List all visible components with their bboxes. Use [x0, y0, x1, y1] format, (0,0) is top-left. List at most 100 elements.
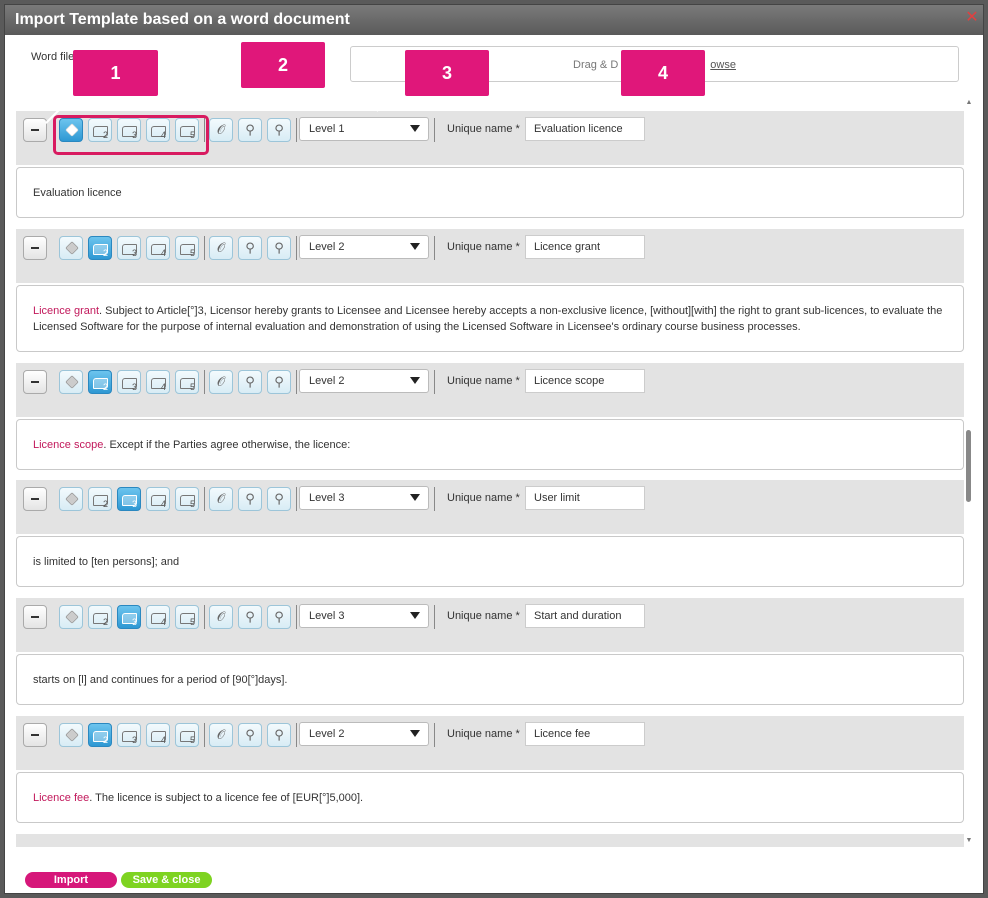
close-icon[interactable]: ✕ [965, 10, 979, 26]
level-4-icon[interactable]: 4 [146, 605, 170, 629]
browse-link[interactable]: owse [710, 59, 736, 71]
level-number: 2 [102, 735, 108, 745]
section-heading-highlight: Licence grant [33, 305, 100, 317]
level-select[interactable]: Level 2 [299, 369, 429, 393]
pipette-2-icon[interactable]: ⚲ [267, 487, 291, 511]
section-toolbar: 2 3 4 5 𝒪 ⚲ ⚲ Level 2 Unique name * Licence scope [16, 363, 964, 417]
dialog-title: Import Template based on a word document [15, 11, 350, 28]
attachment-icon[interactable]: 𝒪 [209, 118, 233, 142]
save-close-button[interactable]: Save & close [121, 872, 212, 888]
scroll-down-icon[interactable]: ▼ [965, 836, 973, 846]
level-select[interactable]: Level 3 [299, 486, 429, 510]
attachment-icon[interactable]: 𝒪 [209, 723, 233, 747]
section-toolbar: 2 3 4 5 𝒪 ⚲ ⚲ Level 3 Unique name * User limit [16, 480, 964, 534]
level-5-icon[interactable]: 5 [175, 487, 199, 511]
toolbar-separator [204, 487, 205, 511]
attachment-icon[interactable]: 𝒪 [209, 487, 233, 511]
article-icon[interactable] [59, 236, 83, 260]
unique-name-input[interactable]: User limit [525, 486, 645, 510]
callout-2: 2 [241, 42, 325, 88]
pipette-2-icon-glyph: ⚲ [274, 727, 284, 742]
collapse-button[interactable] [23, 487, 47, 511]
pipette-icon[interactable]: ⚲ [238, 370, 262, 394]
level-5-icon[interactable]: 5 [175, 236, 199, 260]
pipette-2-icon[interactable]: ⚲ [267, 723, 291, 747]
level-select[interactable]: Level 3 [299, 604, 429, 628]
pipette-2-icon[interactable]: ⚲ [267, 236, 291, 260]
collapse-button[interactable] [23, 118, 47, 142]
collapse-button[interactable] [23, 236, 47, 260]
scroll-thumb[interactable] [966, 430, 971, 502]
level-3-icon[interactable]: 3 [117, 370, 141, 394]
level-number: 5 [189, 617, 195, 627]
section-text[interactable]: starts on [l] and continues for a period… [16, 654, 964, 705]
unique-name-input[interactable]: Start and duration [525, 604, 645, 628]
unique-name-label: Unique name * [447, 610, 520, 622]
import-button[interactable]: Import [25, 872, 117, 888]
level-2-icon[interactable]: 2 [88, 605, 112, 629]
collapse-button[interactable] [23, 370, 47, 394]
unique-name-input[interactable]: Licence fee [525, 722, 645, 746]
unique-name-input[interactable]: Licence grant [525, 235, 645, 259]
article-icon[interactable] [59, 487, 83, 511]
section-heading-highlight: Licence scope [33, 439, 104, 451]
level-select-value: Level 2 [309, 728, 345, 740]
level-select[interactable]: Level 2 [299, 235, 429, 259]
level-2-icon[interactable]: 2 [88, 370, 112, 394]
unique-name-label: Unique name * [447, 492, 520, 504]
article-icon[interactable] [59, 723, 83, 747]
level-5-icon[interactable]: 5 [175, 370, 199, 394]
level-select[interactable]: Level 1 [299, 117, 429, 141]
unique-name-input[interactable]: Evaluation licence [525, 117, 645, 141]
pipette-icon[interactable]: ⚲ [238, 605, 262, 629]
level-2-icon[interactable]: 2 [88, 723, 112, 747]
pipette-2-icon[interactable]: ⚲ [267, 605, 291, 629]
level-4-icon[interactable]: 4 [146, 236, 170, 260]
level-3-icon[interactable]: 3 [117, 605, 141, 629]
pipette-icon[interactable]: ⚲ [238, 118, 262, 142]
level-number: 4 [160, 617, 166, 627]
unique-name-input[interactable]: Licence scope [525, 369, 645, 393]
level-5-icon[interactable]: 5 [175, 723, 199, 747]
section-text[interactable]: is limited to [ten persons]; and [16, 536, 964, 587]
section-text[interactable]: Evaluation licence [16, 167, 964, 218]
level-number: 2 [102, 248, 108, 258]
article-icon[interactable] [59, 370, 83, 394]
scroll-up-icon[interactable]: ▲ [965, 98, 973, 108]
section-body-text: . Subject to Article[°]3, Licensor hereb… [33, 305, 943, 333]
section-body-text: starts on [l] and continues for a period… [33, 674, 288, 686]
toolbar-separator [434, 236, 435, 260]
attachment-icon[interactable]: 𝒪 [209, 605, 233, 629]
attachment-icon[interactable]: 𝒪 [209, 236, 233, 260]
level-3-icon[interactable]: 3 [117, 487, 141, 511]
level-4-icon[interactable]: 4 [146, 487, 170, 511]
vertical-scrollbar[interactable]: ▲ ▼ [965, 98, 973, 848]
attachment-icon-glyph: 𝒪 [216, 491, 226, 506]
collapse-button[interactable] [23, 723, 47, 747]
level-number: 4 [160, 499, 166, 509]
section-text[interactable]: Licence grant. Subject to Article[°]3, L… [16, 285, 964, 352]
toolbar-separator [296, 487, 297, 511]
article-icon[interactable] [59, 605, 83, 629]
level-4-icon[interactable]: 4 [146, 723, 170, 747]
attachment-icon[interactable]: 𝒪 [209, 370, 233, 394]
pipette-2-icon[interactable]: ⚲ [267, 118, 291, 142]
level-3-icon[interactable]: 3 [117, 236, 141, 260]
level-number: 3 [131, 248, 137, 258]
level-2-icon[interactable]: 2 [88, 236, 112, 260]
level-5-icon[interactable]: 5 [175, 605, 199, 629]
level-2-icon[interactable]: 2 [88, 487, 112, 511]
level-4-icon[interactable]: 4 [146, 370, 170, 394]
cube-icon [65, 728, 79, 742]
section-text[interactable]: Licence fee. The licence is subject to a… [16, 772, 964, 823]
section-text[interactable]: Licence scope. Except if the Parties agr… [16, 419, 964, 470]
collapse-button[interactable] [23, 605, 47, 629]
level-number: 5 [189, 248, 195, 258]
pipette-icon[interactable]: ⚲ [238, 723, 262, 747]
level-select[interactable]: Level 2 [299, 722, 429, 746]
pipette-icon[interactable]: ⚲ [238, 236, 262, 260]
toolbar-separator [296, 370, 297, 394]
pipette-icon[interactable]: ⚲ [238, 487, 262, 511]
pipette-2-icon[interactable]: ⚲ [267, 370, 291, 394]
level-3-icon[interactable]: 3 [117, 723, 141, 747]
